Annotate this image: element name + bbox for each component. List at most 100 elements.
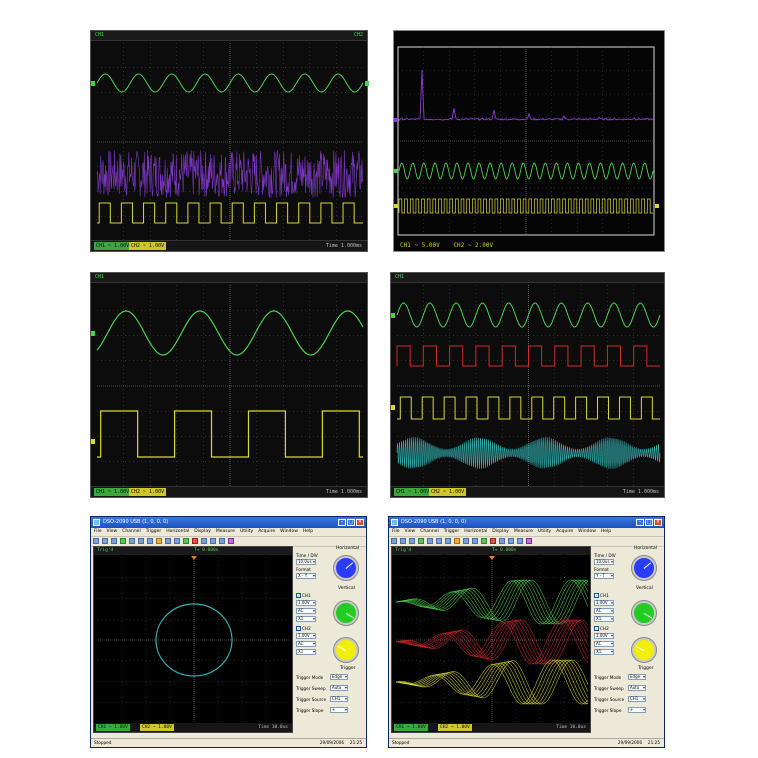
trigger-sweep-select[interactable]: Auto: [628, 685, 646, 691]
menu-horizontal[interactable]: Horizontal: [464, 528, 487, 536]
menu-file[interactable]: File: [392, 528, 400, 536]
horizontal-knob[interactable]: [632, 556, 656, 580]
ch2-probe-select[interactable]: X1: [594, 649, 614, 655]
open-icon[interactable]: [93, 538, 99, 544]
zoom-in-icon[interactable]: [138, 538, 144, 544]
zoom-out-icon[interactable]: [445, 538, 451, 544]
fft-icon[interactable]: [508, 538, 514, 544]
horizontal-knob[interactable]: [334, 556, 358, 580]
menu-acquire[interactable]: Acquire: [556, 528, 573, 536]
trigger-sweep-select[interactable]: Auto: [330, 685, 348, 691]
single-icon[interactable]: [499, 538, 505, 544]
zoom-in-icon[interactable]: [436, 538, 442, 544]
trigger-slope-select[interactable]: +: [330, 707, 348, 713]
menu-help[interactable]: Help: [303, 528, 313, 536]
ch1-coupling-select[interactable]: AC: [594, 608, 614, 614]
ch1-volts-select[interactable]: 1.00V: [594, 600, 614, 606]
minimize-button[interactable]: –: [338, 519, 346, 526]
menu-horizontal[interactable]: Horizontal: [166, 528, 189, 536]
autoset-icon[interactable]: [165, 538, 171, 544]
menu-display[interactable]: Display: [194, 528, 211, 536]
menu-channel[interactable]: Channel: [420, 528, 438, 536]
cursor-icon[interactable]: [427, 538, 433, 544]
format-select[interactable]: Y - T: [594, 573, 614, 579]
trigger-source-select[interactable]: CH1: [330, 696, 348, 702]
menu-utility[interactable]: Utility: [240, 528, 253, 536]
ch1-coupling-select[interactable]: AC: [296, 608, 316, 614]
menu-measure[interactable]: Measure: [216, 528, 235, 536]
time-div-select[interactable]: 10.0us: [296, 559, 316, 565]
trigger-source-select[interactable]: CH1: [628, 696, 646, 702]
time-div-select[interactable]: 10.0us: [594, 559, 614, 565]
menu-channel[interactable]: Channel: [122, 528, 140, 536]
single-icon[interactable]: [201, 538, 207, 544]
play-icon[interactable]: [481, 538, 487, 544]
menu-window[interactable]: Window: [280, 528, 298, 536]
ch2-knob[interactable]: [334, 638, 358, 662]
stop-icon[interactable]: [192, 538, 198, 544]
close-button[interactable]: ×: [654, 519, 662, 526]
minimize-button[interactable]: –: [636, 519, 644, 526]
spectrum-display: [394, 46, 659, 236]
maximize-button[interactable]: □: [645, 519, 653, 526]
ch1-knob[interactable]: [632, 601, 656, 625]
ch2-probe-select[interactable]: X1: [296, 649, 316, 655]
trigger-mode-select[interactable]: Edge: [628, 674, 646, 680]
menu-acquire[interactable]: Acquire: [258, 528, 275, 536]
menu-view[interactable]: View: [107, 528, 118, 536]
run-icon[interactable]: [120, 538, 126, 544]
ch1-volts-select[interactable]: 1.00V: [296, 600, 316, 606]
ch2-checkbox[interactable]: ✓: [296, 626, 301, 631]
menu-measure[interactable]: Measure: [514, 528, 533, 536]
zoom-out-icon[interactable]: [147, 538, 153, 544]
print-icon[interactable]: [409, 538, 415, 544]
menu-utility[interactable]: Utility: [538, 528, 551, 536]
settings-icon[interactable]: [228, 538, 234, 544]
ch1-checkbox[interactable]: ✓: [594, 593, 599, 598]
ch2-coupling-select[interactable]: AC: [296, 641, 316, 647]
ch2-volts-select[interactable]: 1.00V: [594, 633, 614, 639]
trigger-mode-select[interactable]: Edge: [330, 674, 348, 680]
ch1-probe-select[interactable]: X1: [296, 616, 316, 622]
save-icon[interactable]: [400, 538, 406, 544]
menu-window[interactable]: Window: [578, 528, 596, 536]
math-icon[interactable]: [472, 538, 478, 544]
title-bar[interactable]: DSO-2090 USB (1, 0, 0, 0) – □ ×: [389, 517, 664, 528]
close-button[interactable]: ×: [356, 519, 364, 526]
ch1-checkbox[interactable]: ✓: [296, 593, 301, 598]
ch2-knob[interactable]: [632, 638, 656, 662]
ch2-volts-readout: CH2 ~ 1.00V: [129, 488, 167, 496]
save-icon[interactable]: [102, 538, 108, 544]
menu-file[interactable]: File: [94, 528, 102, 536]
menu-view[interactable]: View: [405, 528, 416, 536]
ch2-coupling-select[interactable]: AC: [594, 641, 614, 647]
menu-help[interactable]: Help: [601, 528, 611, 536]
print-icon[interactable]: [111, 538, 117, 544]
open-icon[interactable]: [391, 538, 397, 544]
cursor-icon[interactable]: [129, 538, 135, 544]
autoset-icon[interactable]: [463, 538, 469, 544]
run-icon[interactable]: [418, 538, 424, 544]
ch2-checkbox[interactable]: ✓: [594, 626, 599, 631]
ch1-probe-select[interactable]: X1: [594, 616, 614, 622]
play-icon[interactable]: [183, 538, 189, 544]
ch1-knob[interactable]: [334, 601, 358, 625]
xy-plot-area[interactable]: Trig'd T+ 0.000s CH1 ~ 1.00V CH2 ~ 1.00V…: [93, 546, 293, 733]
fft-icon[interactable]: [210, 538, 216, 544]
menu-trigger[interactable]: Trigger: [146, 528, 162, 536]
stop-icon[interactable]: [490, 538, 496, 544]
yt-plot-area[interactable]: Trig'd T+ 0.000s CH1 ~ 1.00V CH2 ~ 1.00V…: [391, 546, 591, 733]
ch2-volts-select[interactable]: 1.00V: [296, 633, 316, 639]
menu-trigger[interactable]: Trigger: [444, 528, 460, 536]
trigger-slope-select[interactable]: +: [628, 707, 646, 713]
menu-display[interactable]: Display: [492, 528, 509, 536]
measure-icon[interactable]: [454, 538, 460, 544]
grid-icon[interactable]: [517, 538, 523, 544]
format-select[interactable]: X - Y: [296, 573, 316, 579]
grid-icon[interactable]: [219, 538, 225, 544]
maximize-button[interactable]: □: [347, 519, 355, 526]
settings-icon[interactable]: [526, 538, 532, 544]
math-icon[interactable]: [174, 538, 180, 544]
measure-icon[interactable]: [156, 538, 162, 544]
title-bar[interactable]: DSO-2090 USB (1, 0, 0, 0) – □ ×: [91, 517, 366, 528]
